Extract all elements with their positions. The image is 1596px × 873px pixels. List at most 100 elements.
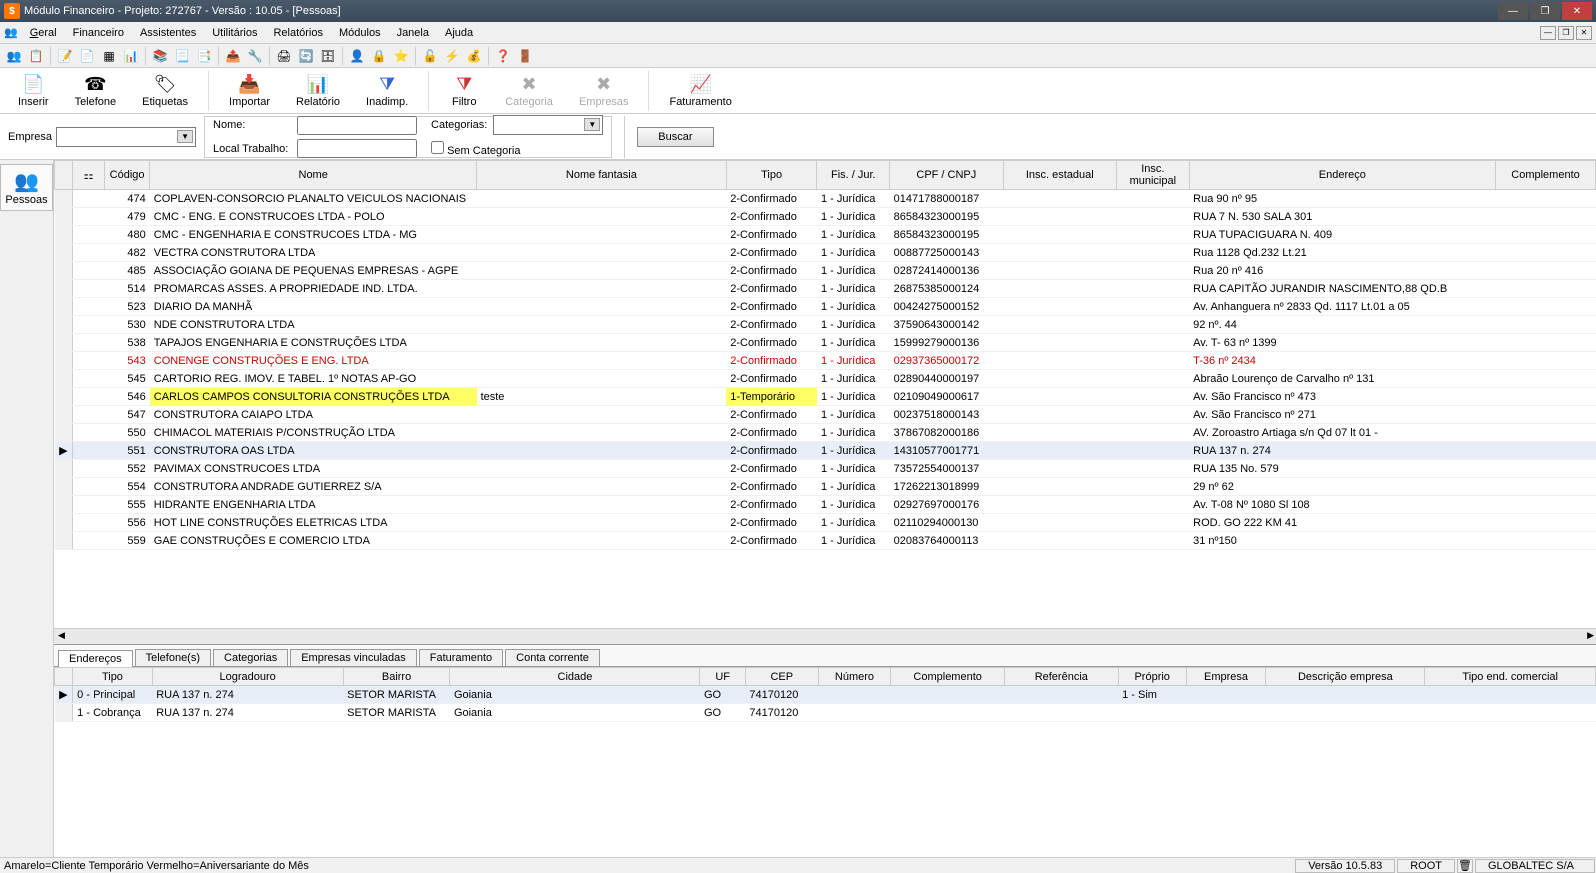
tb-grid-icon[interactable]: ▦ [99,46,119,66]
menu-ajuda[interactable]: Ajuda [437,25,481,41]
table-row[interactable]: 538TAPAJOS ENGENHARIA E CONSTRUÇÕES LTDA… [55,334,1596,352]
tb-money-icon[interactable]: 💰 [464,46,484,66]
table-row[interactable]: 543CONENGE CONSTRUÇÕES E ENG. LTDA2-Conf… [55,352,1596,370]
dcol-bairro[interactable]: Bairro [343,668,450,686]
tb-config-icon[interactable]: 🔧 [245,46,265,66]
menu-financeiro[interactable]: Financeiro [65,25,132,41]
col-ie[interactable]: Insc. estadual [1003,161,1116,190]
menu-geral[interactable]: Geral [22,25,65,41]
dcol-emp[interactable]: Empresa [1186,668,1266,686]
table-row[interactable]: ▶551CONSTRUTORA OAS LTDA2-Confirmado1 - … [55,442,1596,460]
col-complemento[interactable]: Complemento [1496,161,1596,190]
tb-bolt-icon[interactable]: ⚡ [442,46,462,66]
table-row[interactable]: ▶0 - PrincipalRUA 137 n. 274SETOR MARIST… [55,686,1596,704]
inadimp-button[interactable]: ⧩Inadimp. [356,72,418,110]
table-row[interactable]: 545CARTORIO REG. IMOV. E TABEL. 1º NOTAS… [55,370,1596,388]
inserir-button[interactable]: 📄Inserir [8,72,59,110]
table-row[interactable]: 556HOT LINE CONSTRUÇÕES ELETRICAS LTDA2-… [55,514,1596,532]
table-row[interactable]: 554CONSTRUTORA ANDRADE GUTIERREZ S/A2-Co… [55,478,1596,496]
tb-form1-icon[interactable]: 📝 [55,46,75,66]
table-row[interactable]: 480CMC - ENGENHARIA E CONSTRUCOES LTDA -… [55,226,1596,244]
empresa-dropdown[interactable] [56,127,196,147]
mdi-restore-button[interactable]: ❐ [1558,26,1574,40]
tab-conta[interactable]: Conta corrente [505,649,600,666]
tab-faturamento[interactable]: Faturamento [419,649,503,666]
telefone-button[interactable]: ☎Telefone [65,72,127,110]
minimize-button[interactable]: — [1498,2,1528,20]
table-row[interactable]: 485ASSOCIAÇÃO GOIANA DE PEQUENAS EMPRESA… [55,262,1596,280]
col-tipo[interactable]: Tipo [726,161,817,190]
filtro-button[interactable]: ⧩Filtro [439,72,489,110]
main-grid[interactable]: ⚏ Código Nome Nome fantasia Tipo Fis. / … [54,160,1596,628]
col-fisjur[interactable]: Fis. / Jur. [817,161,890,190]
tb-people2-icon[interactable]: 👤 [347,46,367,66]
dcol-compl[interactable]: Complemento [891,668,1005,686]
tb-refresh-icon[interactable]: 🔄 [296,46,316,66]
faturamento-button[interactable]: 📈Faturamento [659,72,741,110]
h-scrollbar[interactable]: ▶ [54,628,1596,644]
tab-categorias[interactable]: Categorias [213,649,288,666]
menu-relatorios[interactable]: Relatórios [265,25,331,41]
semcat-check[interactable]: Sem Categoria [431,141,520,157]
buscar-button[interactable]: Buscar [637,127,713,147]
table-row[interactable]: 479CMC - ENG. E CONSTRUCOES LTDA - POLO2… [55,208,1596,226]
dcol-ref[interactable]: Referência [1004,668,1118,686]
dcol-num[interactable]: Número [818,668,891,686]
importar-button[interactable]: 📥Importar [219,72,280,110]
tb-people-icon[interactable]: 👥 [4,46,24,66]
table-row[interactable]: 514PROMARCAS ASSES. A PROPRIEDADE IND. L… [55,280,1596,298]
nome-input[interactable] [297,116,417,135]
local-input[interactable] [297,139,417,158]
tb-lock-icon[interactable]: 🔒 [369,46,389,66]
table-row[interactable]: 559GAE CONSTRUÇÕES E COMERCIO LTDA2-Conf… [55,532,1596,550]
tb-list-icon[interactable]: 📃 [172,46,192,66]
table-row[interactable]: 555HIDRANTE ENGENHARIA LTDA2-Confirmado1… [55,496,1596,514]
tb-doc-icon[interactable]: 📋 [26,46,46,66]
col-endereco[interactable]: Endereço [1189,161,1495,190]
tb-db-icon[interactable]: 🗄 [318,46,338,66]
detail-grid[interactable]: Tipo Logradouro Bairro Cidade UF CEP Núm… [54,667,1596,857]
dcol-prop[interactable]: Próprio [1118,668,1186,686]
dcol-tec[interactable]: Tipo end. comercial [1425,668,1596,686]
tb-books-icon[interactable]: 📚 [150,46,170,66]
dcol-cidade[interactable]: Cidade [450,668,700,686]
menu-assistentes[interactable]: Assistentes [132,25,204,41]
tb-print-icon[interactable]: 🖨 [274,46,294,66]
col-nome[interactable]: Nome [150,161,477,190]
tb-list2-icon[interactable]: 📑 [194,46,214,66]
dcol-log[interactable]: Logradouro [152,668,343,686]
col-im[interactable]: Insc. municipal [1117,161,1190,190]
menu-modulos[interactable]: Módulos [331,25,389,41]
tab-pessoas[interactable]: 👥 Pessoas [0,164,53,211]
close-button[interactable]: ✕ [1562,2,1592,20]
table-row[interactable]: 552PAVIMAX CONSTRUCOES LTDA2-Confirmado1… [55,460,1596,478]
table-row[interactable]: 1 - CobrançaRUA 137 n. 274SETOR MARISTAG… [55,704,1596,722]
relatorio-button[interactable]: 📊Relatório [286,72,350,110]
semcat-checkbox[interactable] [431,141,444,154]
table-row[interactable]: 482VECTRA CONSTRUTORA LTDA2-Confirmado1 … [55,244,1596,262]
col-cpf[interactable]: CPF / CNPJ [890,161,1003,190]
dcol-cep[interactable]: CEP [745,668,818,686]
table-row[interactable]: 523DIARIO DA MANHÃ2-Confirmado1 - Jurídi… [55,298,1596,316]
tb-help-icon[interactable]: ❓ [493,46,513,66]
mdi-minimize-button[interactable]: — [1540,26,1556,40]
mdi-close-button[interactable]: ✕ [1576,26,1592,40]
maximize-button[interactable]: ❐ [1530,2,1560,20]
etiquetas-button[interactable]: 🏷Etiquetas [132,72,198,110]
menu-janela[interactable]: Janela [389,25,437,41]
menu-utilitarios[interactable]: Utilitários [204,25,265,41]
tb-star-icon[interactable]: ⭐ [391,46,411,66]
col-codigo[interactable]: Código [104,161,149,190]
dcol-uf[interactable]: UF [700,668,745,686]
categorias-dropdown[interactable] [493,115,603,135]
col-fantasia[interactable]: Nome fantasia [477,161,727,190]
tb-export-icon[interactable]: 📤 [223,46,243,66]
tb-chart-icon[interactable]: 📊 [121,46,141,66]
tb-form2-icon[interactable]: 📄 [77,46,97,66]
dcol-tipo[interactable]: Tipo [73,668,153,686]
tab-enderecos[interactable]: Endereços [58,650,133,667]
table-row[interactable]: 547CONSTRUTORA CAIAPO LTDA2-Confirmado1 … [55,406,1596,424]
tab-telefones[interactable]: Telefone(s) [135,649,211,666]
tb-unlock-icon[interactable]: 🔓 [420,46,440,66]
dcol-desc[interactable]: Descrição empresa [1266,668,1425,686]
